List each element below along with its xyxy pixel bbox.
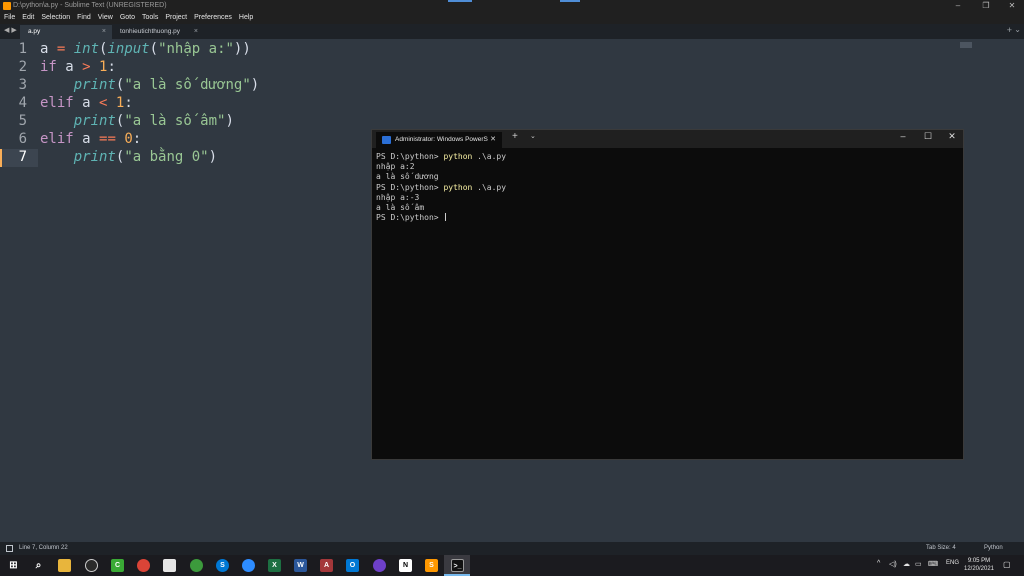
terminal-minimize-icon[interactable]: – [891,131,915,141]
panel-toggle-icon[interactable] [6,545,13,552]
window-title: D:\python\a.py - Sublime Text (UNREGISTE… [13,2,167,9]
new-terminal-tab-icon[interactable]: + [512,131,518,142]
tab-nav-arrows-icon[interactable]: ◀▶ [4,26,19,34]
title-accent [448,0,472,2]
terminal-taskbar-icon[interactable]: >_ [451,559,464,572]
clock-date: 12/20/2021 [963,566,995,572]
terminal-window[interactable]: Administrator: Windows PowerS ✕ + ⌄ – ☐ … [371,129,964,460]
code-line: elif a == 0: [40,131,142,147]
tab-list-chevron-icon[interactable]: ⌄ [1014,25,1021,34]
code-line: if a > 1: [40,59,116,75]
menu-goto[interactable]: Goto [120,12,135,24]
terminal-line: PS D:\python> python .\a.py [376,152,507,161]
code-line: elif a < 1: [40,95,133,111]
terminal-tab[interactable]: Administrator: Windows PowerS ✕ [376,132,502,148]
file-explorer-icon[interactable] [58,559,71,572]
network-icon[interactable]: ▭ [915,560,922,568]
app-icon[interactable]: C [111,559,124,572]
menu-help[interactable]: Help [239,12,253,24]
tab-a-py[interactable]: a.py × [20,25,112,39]
cursor-position: Line 7, Column 22 [19,545,68,551]
status-bar: Line 7, Column 22 Tab Size: 4 Python [0,542,1024,555]
menu-bar: File Edit Selection Find View Goto Tools… [0,12,1024,24]
menu-tools[interactable]: Tools [142,12,158,24]
terminal-tab-strip: Administrator: Windows PowerS ✕ + ⌄ – ☐ … [372,130,963,148]
tab-tonhieutichthuong-py[interactable]: tonhieutichthuong.py × [112,25,204,39]
line-number: 3 [18,77,27,93]
terminal-line: nhập a:-3 [376,192,420,202]
syntax-selector[interactable]: Python [984,542,1003,555]
search-icon[interactable]: ⌕ [32,559,45,572]
powershell-icon [382,136,391,144]
windows-start-icon[interactable]: ⊞ [7,559,20,572]
notion-icon[interactable]: N [399,559,412,572]
code-line: print("a là số dương") [73,77,260,93]
clock-time: 9:05 PM [967,558,991,564]
minimize-icon[interactable]: – [948,0,968,12]
excel-icon[interactable]: X [268,559,281,572]
notification-icon[interactable]: ▢ [1003,560,1011,569]
tab-label: tonhieutichthuong.py [120,28,180,35]
zoom-icon[interactable] [242,559,255,572]
line-number: 2 [18,59,27,75]
minimap[interactable] [960,42,972,48]
outlook-icon[interactable]: O [346,559,359,572]
chrome-icon[interactable] [137,559,150,572]
menu-selection[interactable]: Selection [41,12,70,24]
terminal-line: PS D:\python> python .\a.py [376,182,507,192]
restore-icon[interactable]: ❐ [976,0,996,12]
terminal-output[interactable]: PS D:\python> python .\a.py nhập a:2 a là … [376,152,506,223]
tray-chevron-up-icon[interactable]: ^ [877,560,880,567]
line-gutter: 1 2 3 4 5 6 7 [0,39,34,542]
tab-close-icon[interactable]: × [194,25,198,39]
keyboard-icon[interactable]: ⌨ [928,560,938,568]
terminal-dropdown-chevron-icon[interactable]: ⌄ [530,132,536,140]
code-line: print("a bằng 0") [73,149,218,165]
system-clock[interactable]: 9:05 PM 12/20/2021 [962,557,996,573]
volume-icon[interactable]: ◁) [889,560,897,568]
skype-icon[interactable]: S [216,559,229,572]
terminal-maximize-icon[interactable]: ☐ [916,131,940,142]
line-number-current: 7 [18,149,27,165]
terminal-tab-title: Administrator: Windows PowerS [395,136,488,143]
terminal-tab-close-icon[interactable]: ✕ [490,132,496,148]
line-number: 4 [18,95,27,111]
menu-project[interactable]: Project [165,12,187,24]
close-icon[interactable]: ✕ [1002,0,1022,12]
terminal-line: nhập a:2 [376,162,415,172]
line-number: 5 [18,113,27,129]
taskbar: ⊞ ⌕ C S X W A O N S >_ ^ ◁) ☁ ▭ ⌨ ENG 9:… [0,555,1024,576]
terminal-line: a là số dương [376,172,439,182]
new-tab-plus-icon[interactable]: + [1007,25,1012,35]
tab-close-icon[interactable]: × [102,25,106,39]
menu-find[interactable]: Find [77,12,91,24]
code-line: print("a là số âm") [73,113,234,129]
line-number: 6 [18,131,27,147]
title-accent [560,0,580,2]
terminal-line: a là số âm [376,203,425,213]
terminal-prompt-line: PS D:\python> [376,213,506,223]
github-icon[interactable] [373,559,386,572]
tab-label: a.py [28,28,41,35]
sublime-taskbar-icon[interactable]: S [425,559,438,572]
input-language[interactable]: ENG [946,560,959,566]
terminal-close-icon[interactable]: ✕ [940,131,964,142]
menu-preferences[interactable]: Preferences [194,12,232,24]
title-bar: D:\python\a.py - Sublime Text (UNREGISTE… [0,0,1024,12]
terminal-cursor [445,213,447,222]
menu-file[interactable]: File [4,12,15,24]
cloud-icon[interactable]: ☁ [903,560,910,568]
tab-size-selector[interactable]: Tab Size: 4 [926,542,956,555]
menu-edit[interactable]: Edit [22,12,34,24]
code-line: a = int(input("nhập a:")) [40,41,251,57]
app-icon[interactable] [190,559,203,572]
app-icon[interactable] [163,559,176,572]
sublime-app-icon [3,2,11,10]
access-icon[interactable]: A [320,559,333,572]
menu-view[interactable]: View [98,12,113,24]
word-icon[interactable]: W [294,559,307,572]
tab-bar: ◀▶ a.py × tonhieutichthuong.py × + ⌄ [0,24,1024,39]
app-icon[interactable] [85,559,98,572]
line-number: 1 [18,41,27,57]
